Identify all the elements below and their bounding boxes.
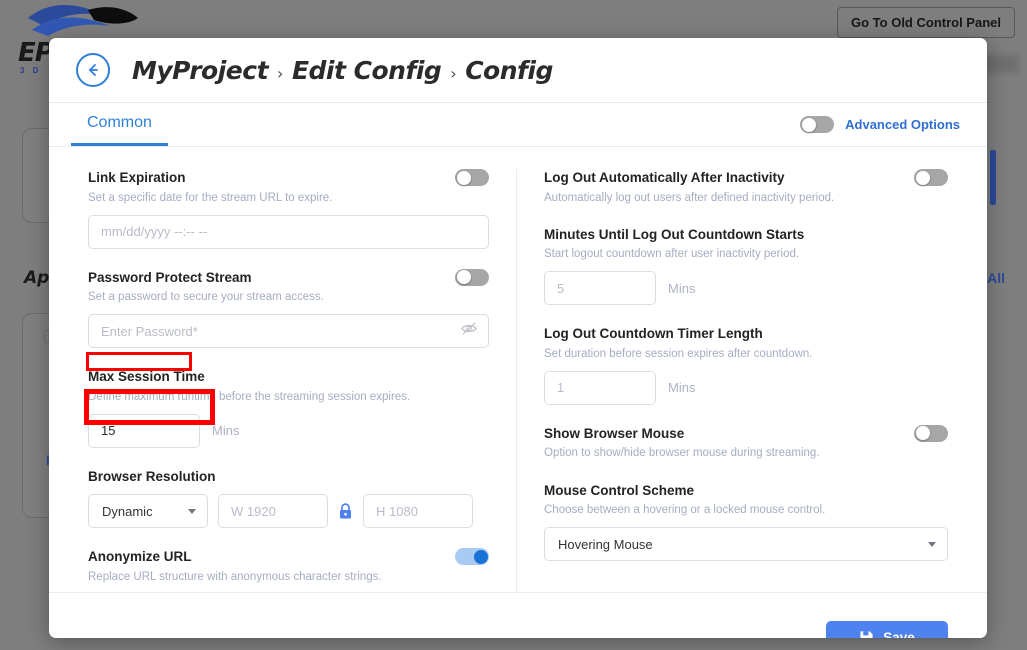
right-column: Log Out Automatically After Inactivity A…: [517, 169, 987, 592]
show-browser-mouse-label: Show Browser Mouse: [544, 425, 820, 443]
background-select-all-link[interactable]: All: [987, 270, 1005, 286]
field-header: Log Out Automatically After Inactivity A…: [544, 169, 948, 206]
toggle-knob: [457, 270, 471, 284]
aspect-lock-button[interactable]: [338, 503, 353, 520]
browser-resolution-label: Browser Resolution: [88, 468, 489, 486]
mouse-control-scheme-value: Hovering Mouse: [558, 537, 653, 552]
log-out-automatically-toggle[interactable]: [914, 169, 948, 186]
browser-height-input[interactable]: H 1080: [363, 494, 473, 528]
modal-footer: Save: [49, 592, 987, 638]
show-browser-mouse-description: Option to show/hide browser mouse during…: [544, 445, 820, 461]
field-header: Anonymize URL Replace URL structure with…: [88, 548, 489, 585]
minutes-until-countdown-unit: Mins: [668, 281, 695, 296]
tab-common[interactable]: Common: [71, 103, 168, 146]
breadcrumb-separator-2: ›: [450, 64, 456, 83]
field-header: Password Protect Stream Set a password t…: [88, 269, 489, 306]
max-session-time-label: Max Session Time: [88, 368, 489, 386]
brand-tagline: 3 D: [20, 66, 41, 75]
minutes-until-countdown-row: 5 Mins: [544, 262, 948, 305]
breadcrumb: MyProject › Edit Config › Config: [132, 56, 553, 85]
minutes-until-countdown-description: Start logout countdown after user inacti…: [544, 246, 948, 262]
floppy-disk-icon: [859, 630, 874, 638]
browser-width-input[interactable]: W 1920: [218, 494, 328, 528]
max-session-time-row: 15 Mins: [88, 405, 489, 448]
breadcrumb-separator-1: ›: [277, 64, 283, 83]
countdown-timer-length-label: Log Out Countdown Timer Length: [544, 325, 948, 343]
arrow-left-icon: [84, 61, 102, 79]
tabs-row: Common Advanced Options: [49, 103, 987, 147]
anonymize-url-description: Replace URL structure with anonymous cha…: [88, 569, 382, 585]
mouse-control-scheme-label: Mouse Control Scheme: [544, 482, 948, 500]
field-mouse-control-scheme: Mouse Control Scheme Choose between a ho…: [544, 482, 948, 562]
max-session-time-description: Define maximum runtime before the stream…: [88, 389, 489, 405]
toggle-knob: [802, 118, 816, 132]
advanced-options-label: Advanced Options: [845, 117, 960, 132]
anonymize-url-label: Anonymize URL: [88, 548, 382, 566]
brand-wordmark: EP: [18, 38, 53, 68]
field-minutes-until-countdown: Minutes Until Log Out Countdown Starts S…: [544, 226, 948, 306]
modal-body: Link Expiration Set a specific date for …: [49, 147, 987, 592]
background-accent-bar: [990, 150, 996, 205]
chevron-down-icon: [188, 509, 196, 514]
toggle-knob: [916, 426, 930, 440]
company-logo-icon: [26, 2, 150, 42]
save-button-label: Save: [883, 630, 915, 638]
max-session-time-input[interactable]: 15: [88, 414, 200, 448]
toggle-knob: [916, 171, 930, 185]
password-input-wrapper: Enter Password*: [88, 314, 489, 348]
browser-resolution-mode-select[interactable]: Dynamic: [88, 494, 208, 528]
save-button[interactable]: Save: [826, 621, 948, 639]
password-protect-description: Set a password to secure your stream acc…: [88, 289, 324, 305]
back-button[interactable]: [76, 53, 110, 87]
modal-header: MyProject › Edit Config › Config: [49, 38, 987, 103]
tab-strip: Common: [49, 103, 168, 146]
minutes-until-countdown-input[interactable]: 5: [544, 271, 656, 305]
link-expiration-toggle[interactable]: [455, 169, 489, 186]
browser-resolution-mode-value: Dynamic: [102, 504, 153, 519]
anonymize-url-toggle[interactable]: [455, 548, 489, 565]
countdown-timer-length-unit: Mins: [668, 380, 695, 395]
field-show-browser-mouse: Show Browser Mouse Option to show/hide b…: [544, 425, 948, 462]
breadcrumb-item-edit-config[interactable]: Edit Config: [292, 56, 441, 85]
lock-icon: [338, 503, 353, 520]
password-input[interactable]: Enter Password*: [88, 314, 489, 348]
eye-slash-icon[interactable]: [460, 321, 478, 342]
log-out-automatically-description: Automatically log out users after define…: [544, 190, 834, 206]
mouse-control-scheme-select[interactable]: Hovering Mouse: [544, 527, 948, 561]
field-browser-resolution: Browser Resolution Dynamic W 1920: [88, 468, 489, 529]
left-column: Link Expiration Set a specific date for …: [49, 169, 517, 592]
field-header: Link Expiration Set a specific date for …: [88, 169, 489, 206]
go-to-old-control-panel-button[interactable]: Go To Old Control Panel: [837, 7, 1015, 38]
field-log-out-automatically: Log Out Automatically After Inactivity A…: [544, 169, 948, 206]
field-header: Show Browser Mouse Option to show/hide b…: [544, 425, 948, 462]
chevron-down-icon: [928, 542, 936, 547]
field-countdown-timer-length: Log Out Countdown Timer Length Set durat…: [544, 325, 948, 405]
password-protect-toggle[interactable]: [455, 269, 489, 286]
advanced-options-toggle[interactable]: [800, 116, 834, 133]
mouse-control-scheme-description: Choose between a hovering or a locked mo…: [544, 502, 948, 518]
toggle-knob: [474, 550, 488, 564]
link-expiration-label: Link Expiration: [88, 169, 332, 187]
background-section-title: Ap: [24, 268, 49, 288]
toggle-knob: [457, 171, 471, 185]
minutes-until-countdown-label: Minutes Until Log Out Countdown Starts: [544, 226, 948, 244]
field-password-protect-stream: Password Protect Stream Set a password t…: [88, 269, 489, 349]
password-protect-label: Password Protect Stream: [88, 269, 324, 287]
field-anonymize-url: Anonymize URL Replace URL structure with…: [88, 548, 489, 585]
max-session-time-unit: Mins: [212, 423, 239, 438]
field-link-expiration: Link Expiration Set a specific date for …: [88, 169, 489, 249]
countdown-timer-length-input[interactable]: 1: [544, 371, 656, 405]
log-out-automatically-label: Log Out Automatically After Inactivity: [544, 169, 834, 187]
config-modal: MyProject › Edit Config › Config Common …: [49, 38, 987, 638]
advanced-options-control: Advanced Options: [800, 116, 960, 133]
field-max-session-time: Max Session Time Define maximum runtime …: [88, 368, 489, 448]
breadcrumb-item-project[interactable]: MyProject: [132, 56, 268, 85]
show-browser-mouse-toggle[interactable]: [914, 425, 948, 442]
link-expiration-description: Set a specific date for the stream URL t…: [88, 190, 332, 206]
link-expiration-date-input[interactable]: mm/dd/yyyy --:-- --: [88, 215, 489, 249]
breadcrumb-item-config[interactable]: Config: [465, 56, 553, 85]
browser-resolution-row: Dynamic W 1920 H 1080: [88, 485, 489, 528]
countdown-timer-length-row: 1 Mins: [544, 362, 948, 405]
countdown-timer-length-description: Set duration before session expires afte…: [544, 346, 948, 362]
